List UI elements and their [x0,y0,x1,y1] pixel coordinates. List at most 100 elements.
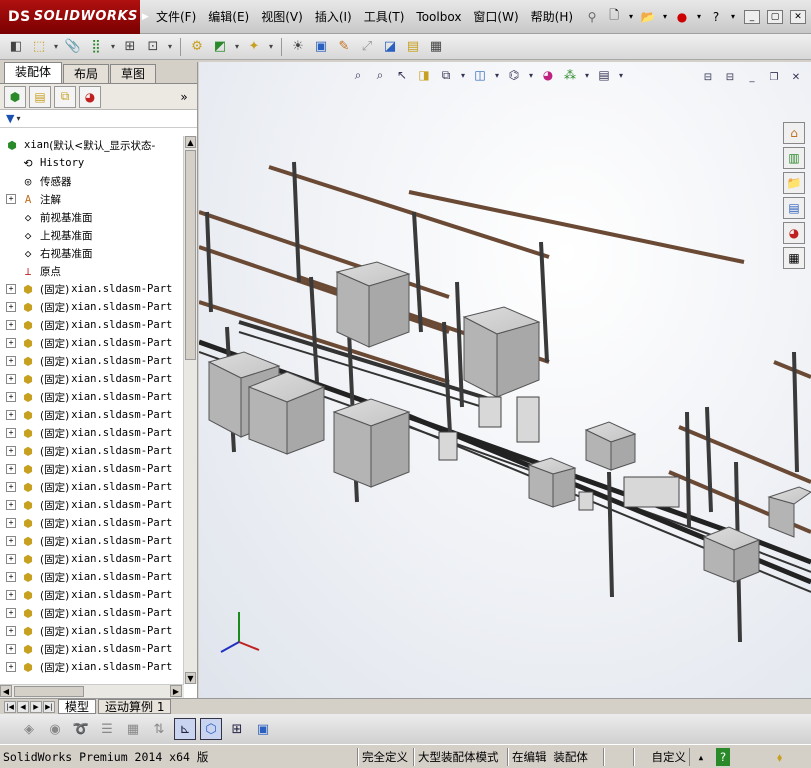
tree-item-part[interactable]: + ⬢ (固定) xian.sldasm-Part [0,532,184,550]
expand-icon[interactable]: + [6,608,16,618]
dropdown-icon[interactable]: ▾ [109,37,117,57]
tree-item-part[interactable]: + ⬢ (固定) xian.sldasm-Part [0,298,184,316]
tab-motion-study[interactable]: 运动算例 1 [98,699,172,714]
units-arrow-icon[interactable]: ▴ [690,748,712,766]
custom-properties-icon[interactable]: ▦ [783,247,805,269]
expand-icon[interactable]: + [6,482,16,492]
pin-icon[interactable]: ⚲ [583,8,601,26]
expand-icon[interactable]: + [6,410,16,420]
tree-item-part[interactable]: + ⬢ (固定) xian.sldasm-Part [0,424,184,442]
viewport-restore-icon[interactable]: ❐ [765,68,783,86]
shaded-icon[interactable]: ◈ [18,718,40,740]
tree-item-part[interactable]: + ⬢ (固定) xian.sldasm-Part [0,280,184,298]
tree-item-part[interactable]: + ⬢ (固定) xian.sldasm-Part [0,460,184,478]
menu-tools[interactable]: 工具(T) [358,0,411,34]
expand-icon[interactable]: + [6,392,16,402]
table-icon[interactable]: ⊞ [226,718,248,740]
viewport-minimize-icon[interactable]: _ [743,68,761,86]
assembly-features-icon[interactable]: ⚙ [187,37,207,57]
view-orientation-icon[interactable]: ⧉ [437,66,455,84]
tree-item-part[interactable]: + ⬢ (固定) xian.sldasm-Part [0,640,184,658]
expand-icon[interactable]: + [6,536,16,546]
expand-icon[interactable]: + [6,428,16,438]
assembly-scene[interactable] [199,62,811,698]
expand-icon[interactable]: + [6,374,16,384]
menu-file[interactable]: 文件(F) [150,0,202,34]
tree-item-part[interactable]: + ⬢ (固定) xian.sldasm-Part [0,352,184,370]
viewport-close-icon[interactable]: ✕ [787,68,805,86]
tree-item-part[interactable]: + ⬢ (固定) xian.sldasm-Part [0,334,184,352]
prev-tab-icon[interactable]: ◀ [17,700,29,713]
tree-item-part[interactable]: + ⬢ (固定) xian.sldasm-Part [0,316,184,334]
expand-icon[interactable]: + [6,320,16,330]
view-settings-icon[interactable]: ▤ [595,66,613,84]
dropdown-icon[interactable]: ▾ [52,37,60,57]
tree-item-front-plane[interactable]: ◇ 前视基准面 [0,208,184,226]
traffic-light-icon[interactable]: ● [673,8,691,26]
split-view-icon[interactable]: ⊟ [699,68,717,86]
tree-item-part[interactable]: + ⬢ (固定) xian.sldasm-Part [0,442,184,460]
tab-layout[interactable]: 布局 [63,64,110,83]
update-speedpak-icon[interactable]: ◪ [380,37,400,57]
expand-icon[interactable]: + [6,644,16,654]
tree-root[interactable]: ⬢ xian (默认<默认_显示状态- [0,136,184,154]
tree-filter[interactable]: ▼ ▾ [0,110,197,128]
home-icon[interactable]: ⌂ [783,122,805,144]
tree-item-part[interactable]: + ⬢ (固定) xian.sldasm-Part [0,406,184,424]
tree-item-annotations[interactable]: + A 注解 [0,190,184,208]
new-document-icon[interactable]: 🗋 [605,8,623,26]
tree-item-part[interactable]: + ⬢ (固定) xian.sldasm-Part [0,658,184,676]
tree-item-right-plane[interactable]: ◇ 右视基准面 [0,244,184,262]
component-pattern-icon[interactable]: ⣿ [86,37,106,57]
dropdown-icon[interactable]: ▾ [267,37,275,57]
expand-icon[interactable]: + [6,518,16,528]
scroll-thumb[interactable] [14,686,84,697]
next-tab-icon[interactable]: ▶ [30,700,42,713]
zoom-to-fit-icon[interactable]: ⌕ [349,66,367,84]
expand-icon[interactable]: + [6,554,16,564]
expand-icon[interactable]: + [6,572,16,582]
move-component-icon[interactable]: ⊞ [120,37,140,57]
expand-icon[interactable]: + [6,446,16,456]
dropdown-icon[interactable]: ▾ [459,66,467,84]
expand-icon[interactable]: + [6,500,16,510]
tree-item-top-plane[interactable]: ◇ 上视基准面 [0,226,184,244]
machine-box[interactable] [332,398,411,488]
expand-icon[interactable]: + [6,302,16,312]
show-hidden-icon[interactable]: ⊡ [143,37,163,57]
expand-icon[interactable]: + [6,590,16,600]
dropdown-icon[interactable]: ▾ [583,66,591,84]
solidworks-logo[interactable]: DS SOLIDWORKS ▶ [0,0,149,34]
expand-icon[interactable]: + [6,356,16,366]
restore-button[interactable]: ▢ [767,9,784,24]
last-tab-icon[interactable]: ▶| [43,700,55,713]
expand-icon[interactable]: + [6,662,16,672]
tree-item-part[interactable]: + ⬢ (固定) xian.sldasm-Part [0,388,184,406]
explode-line-icon[interactable]: ✎ [334,37,354,57]
help-icon[interactable]: ? [707,8,725,26]
insert-component-icon[interactable]: ⬚ [29,37,49,57]
dropdown-icon[interactable]: ▾ [166,37,174,57]
tree-item-part[interactable]: + ⬢ (固定) xian.sldasm-Part [0,370,184,388]
large-assembly-mode-icon[interactable]: ▦ [426,37,446,57]
scroll-up-icon[interactable]: ▲ [185,136,196,148]
open-icon[interactable]: 📂 [639,8,657,26]
first-tab-icon[interactable]: |◀ [4,700,16,713]
view-palette-icon[interactable]: ▤ [783,197,805,219]
bill-of-materials-icon[interactable]: ☀ [288,37,308,57]
expand-icon[interactable]: + [6,626,16,636]
help-status-icon[interactable]: ? [716,747,730,766]
tree-item-part[interactable]: + ⬢ (固定) xian.sldasm-Part [0,496,184,514]
take-snapshot-icon[interactable]: ▤ [403,37,423,57]
dropdown-icon[interactable]: ▾ [233,37,241,57]
scroll-left-icon[interactable]: ◀ [0,685,12,697]
draft-quality-icon[interactable]: ➰ [70,718,92,740]
tree-item-history[interactable]: ⟲ History [0,154,184,172]
tree-vertical-scrollbar[interactable]: ▲ ▼ [183,136,197,684]
expand-icon[interactable]: + [6,194,16,204]
dropdown-icon[interactable]: ▾ [695,8,703,26]
tab-sketch[interactable]: 草图 [110,64,157,83]
dropdown-icon[interactable]: ▾ [661,8,669,26]
tree-horizontal-scrollbar[interactable]: ◀ ▶ [0,684,184,698]
apply-scene-icon[interactable]: ⁂ [561,66,579,84]
